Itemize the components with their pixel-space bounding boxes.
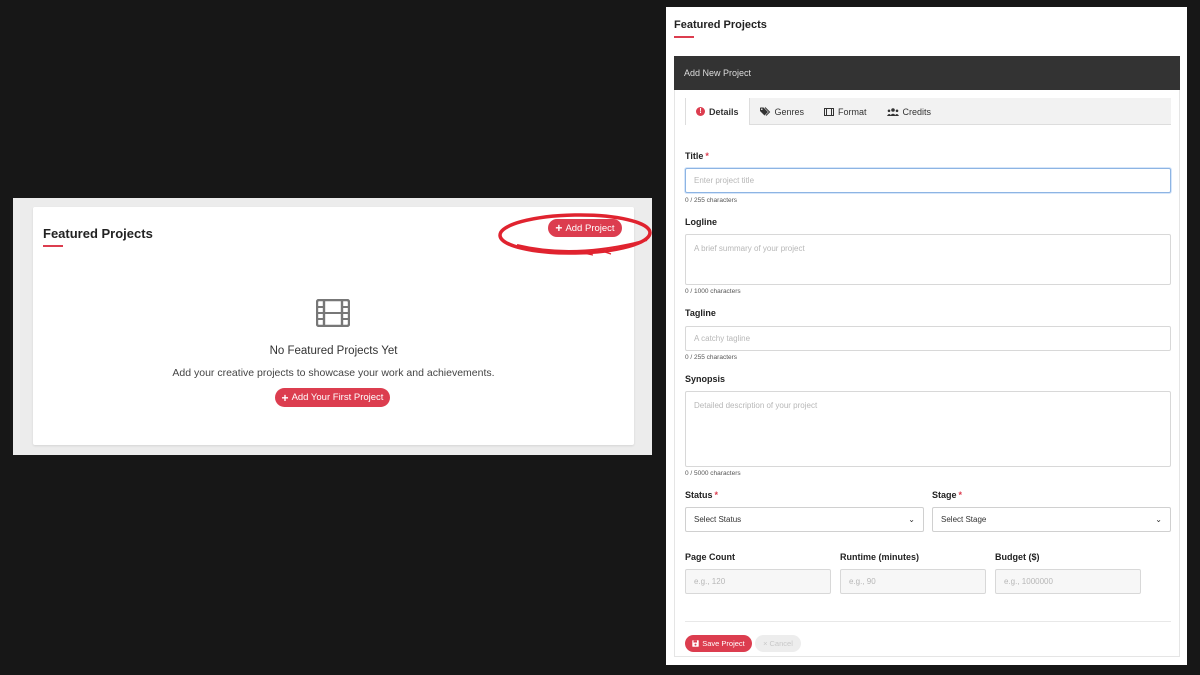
cancel-button[interactable]: × Cancel — [755, 635, 801, 652]
title-label-text: Title — [685, 151, 704, 161]
floppy-icon — [692, 640, 699, 647]
save-project-label: Save Project — [702, 639, 745, 648]
stage-select-value: Select Stage — [941, 515, 987, 524]
stage-label: Stage * — [932, 490, 962, 500]
tab-label: Format — [838, 106, 867, 117]
synopsis-label: Synopsis — [685, 374, 726, 384]
chevron-down-icon: ⌄ — [1155, 515, 1162, 524]
empty-state-title: No Featured Projects Yet — [269, 345, 398, 357]
status-select[interactable]: Select Status ⌄ — [685, 507, 924, 532]
section-title: Featured Projects — [674, 19, 767, 31]
runtime-input[interactable] — [840, 569, 986, 594]
tagline-label: Tagline — [685, 308, 716, 318]
form-divider — [685, 621, 1171, 622]
required-mark: * — [958, 490, 963, 500]
add-project-form: ! Details Genres Format Credits Title * … — [674, 90, 1180, 657]
status-label-text: Status — [685, 490, 713, 500]
tagline-input[interactable] — [685, 326, 1171, 351]
tags-icon — [759, 107, 770, 116]
budget-label: Budget ($) — [995, 552, 1040, 562]
tab-label: Genres — [774, 106, 805, 117]
title-label: Title * — [685, 151, 709, 161]
cancel-label: Cancel — [769, 639, 793, 648]
required-mark: * — [714, 490, 719, 500]
users-icon — [886, 107, 899, 116]
synopsis-textarea[interactable] — [685, 391, 1171, 467]
film-icon — [316, 299, 350, 327]
required-mark: * — [705, 151, 709, 161]
title-underline — [43, 245, 63, 247]
save-project-button[interactable]: Save Project — [685, 635, 752, 652]
alert-circle-icon: ! — [696, 107, 705, 116]
plus-icon: + — [281, 390, 289, 405]
stage-select[interactable]: Select Stage ⌄ — [932, 507, 1171, 532]
status-select-value: Select Status — [694, 515, 742, 524]
tab-details[interactable]: ! Details — [685, 98, 750, 125]
add-first-project-button[interactable]: + Add Your First Project — [275, 388, 390, 407]
synopsis-char-counter: 0 / 5000 characters — [685, 470, 741, 477]
left-screenshot: Featured Projects + Add Project No Featu… — [13, 198, 652, 455]
chevron-down-icon: ⌄ — [908, 515, 915, 524]
page-count-label: Page Count — [685, 552, 736, 562]
tab-label: Credits — [902, 106, 932, 117]
form-tabs: ! Details Genres Format Credits — [685, 98, 1171, 125]
runtime-label: Runtime (minutes) — [840, 552, 920, 562]
film-icon — [824, 107, 835, 116]
tab-format[interactable]: Format — [814, 98, 877, 125]
page-count-input[interactable] — [685, 569, 831, 594]
empty-state-subtitle: Add your creative projects to showcase y… — [172, 367, 495, 379]
title-char-counter: 0 / 255 characters — [685, 197, 738, 204]
add-first-project-label: Add Your First Project — [291, 392, 384, 403]
card-title: Featured Projects — [43, 226, 153, 241]
tab-genres[interactable]: Genres — [750, 98, 815, 125]
title-input[interactable] — [685, 168, 1171, 193]
stage-label-text: Stage — [932, 490, 957, 500]
title-underline — [674, 36, 694, 38]
add-project-button[interactable]: + Add Project — [548, 219, 622, 237]
tab-label: Details — [709, 106, 739, 117]
status-label: Status * — [685, 490, 718, 500]
close-icon: × — [763, 639, 768, 648]
budget-input[interactable] — [995, 569, 1141, 594]
tagline-char-counter: 0 / 255 characters — [685, 354, 738, 361]
logline-char-counter: 0 / 1000 characters — [685, 288, 741, 295]
modal-header: Add New Project — [674, 56, 1180, 90]
logline-textarea[interactable] — [685, 234, 1171, 285]
add-project-label: Add Project — [565, 222, 615, 234]
right-screenshot: Featured Projects Add New Project ! Deta… — [666, 7, 1187, 665]
tab-credits[interactable]: Credits — [877, 98, 942, 125]
featured-projects-card: Featured Projects + Add Project No Featu… — [33, 207, 652, 445]
logline-label: Logline — [685, 217, 717, 227]
plus-icon: + — [555, 221, 563, 235]
